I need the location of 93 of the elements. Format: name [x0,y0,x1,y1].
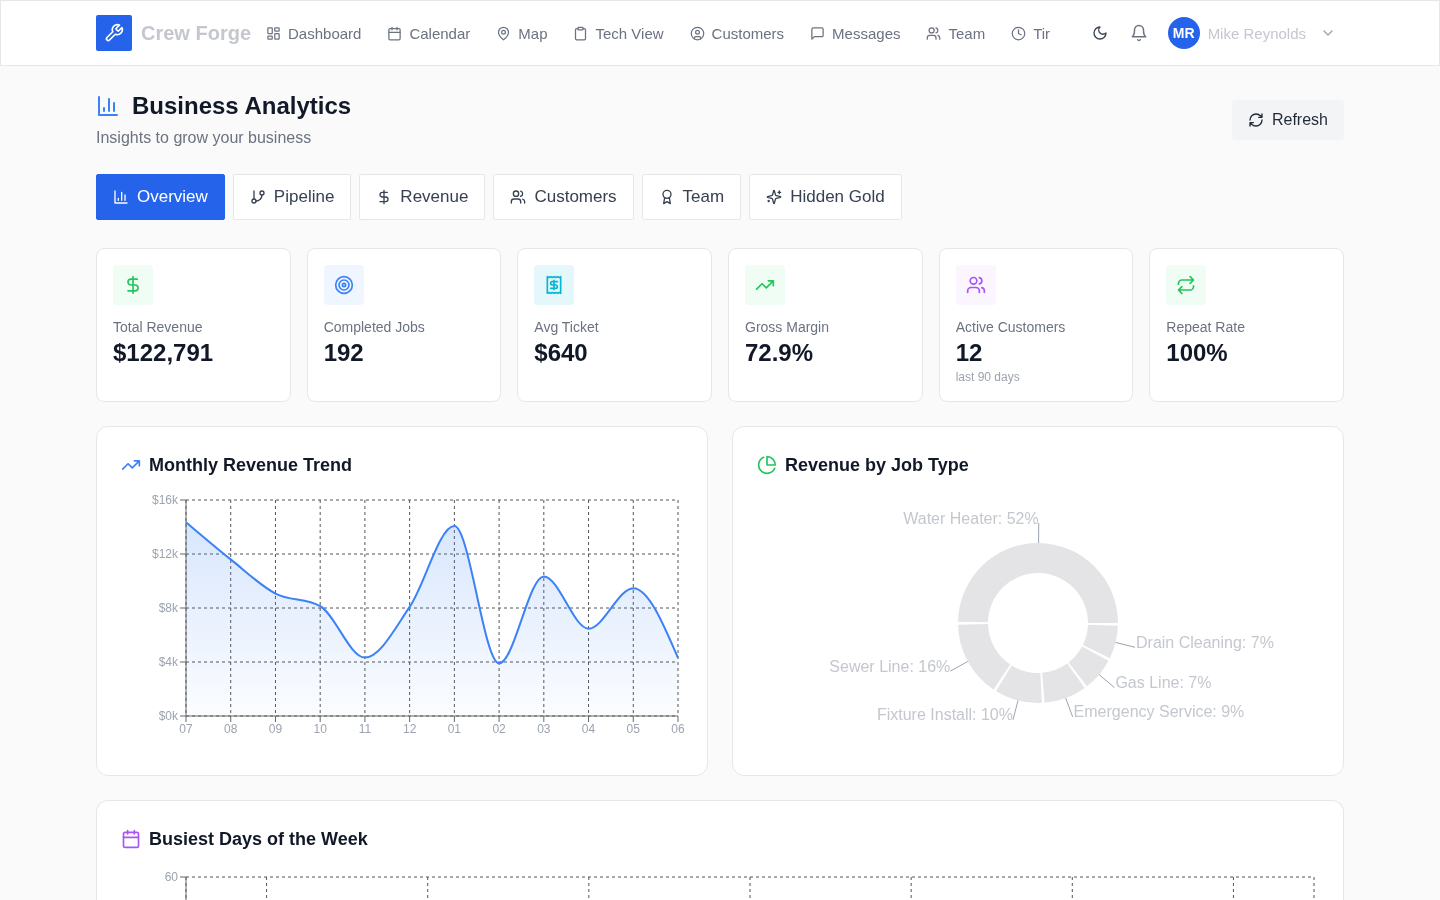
leader-line [1065,697,1074,718]
tab[interactable]: Customers [493,174,634,220]
nav-link[interactable]: Map [483,18,561,48]
stat-value: 100% [1166,338,1229,368]
donut-slice [1068,646,1109,687]
moon-icon [1091,25,1108,41]
stat-value: 72.9% [745,338,815,368]
brand-name: Crew Forge [141,21,252,45]
axis-label: $12k [151,547,178,561]
bar-chart-icon [113,189,129,205]
axis-label: 05 [626,722,640,736]
axis-label: $0k [158,709,178,723]
target-icon [323,265,364,305]
user-menu-button[interactable]: MR Mike Reynolds [1167,17,1344,49]
slice-label: Fixture Install: 10% [876,706,1013,724]
pie-chart-icon [757,455,777,475]
tab[interactable]: Team [641,174,742,220]
leader-line [949,660,969,672]
nav-link[interactable]: Messages [797,18,914,48]
bar-chart-icon [96,94,120,118]
grid-icon [266,25,282,41]
refresh-icon [1247,112,1264,128]
chat-bubble-icon [810,25,826,41]
stat-value: 192 [323,338,365,368]
leader-line [1098,674,1115,688]
leader-line [1012,699,1019,721]
wrench-icon [96,15,132,51]
leader-line [1115,641,1136,648]
users-icon [926,25,942,41]
stat-label: Repeat Rate [1166,318,1246,337]
bell-icon [1129,24,1148,42]
clock-icon [1011,25,1027,41]
slice-label: Water Heater: 52% [903,509,1039,527]
page-title: Business Analytics [132,91,352,121]
stat-label: Avg Ticket [534,318,600,337]
nav-link[interactable]: Dashboard [253,18,375,48]
axis-label: 02 [492,722,506,736]
nav-link[interactable]: Tir [998,18,1064,48]
tab[interactable]: Overview [96,174,225,220]
card-title: Revenue by Job Type [785,454,969,477]
axis-label: 10 [313,722,327,736]
stat-label: Total Revenue [113,318,204,337]
axis-label: $8k [158,601,178,615]
receipt-icon [534,265,575,305]
stat-note: last 90 days [955,369,1021,385]
card-title: Busiest Days of the Week [149,828,368,851]
page-subtitle: Insights to grow your business [96,128,313,148]
donut-slice [1042,663,1085,703]
axis-label: 04 [581,722,596,736]
nav-link[interactable]: Tech View [560,18,677,48]
axis-label: 08 [224,722,238,736]
nav-link[interactable]: Team [913,18,999,48]
axis-label: $4k [158,655,178,669]
clipboard-icon [573,25,589,41]
tab[interactable]: Hidden Gold [749,174,902,220]
axis-label: 12 [402,722,417,736]
calendar-icon [121,829,141,849]
card-title: Monthly Revenue Trend [149,454,353,477]
axis-label: 07 [179,722,193,736]
axis-label: 11 [358,722,372,736]
axis-label: 60 [164,870,178,884]
repeat-icon [1166,265,1207,305]
user-avatar: MR [1167,17,1200,49]
stat-value: $640 [534,338,589,368]
slice-label: Emergency Service: 9% [1073,703,1245,721]
tab[interactable]: Revenue [359,174,486,220]
sparkles-icon [766,189,783,205]
calendar-icon [387,25,403,41]
pin-icon [496,25,512,41]
users-icon [510,189,527,205]
tab[interactable]: Pipeline [232,174,352,220]
stat-label: Gross Margin [745,318,831,337]
slice-label: Sewer Line: 16% [829,657,951,675]
stat-value: 12 [955,338,984,368]
branch-icon [249,189,266,205]
stat-label: Completed Jobs [323,318,426,337]
user-circle-icon [689,25,705,41]
stat-label: Active Customers [955,318,1067,337]
nav-link[interactable]: Calendar [374,18,484,48]
axis-label: $16k [151,493,178,507]
axis-label: 03 [537,722,551,736]
stat-value: $122,791 [113,338,215,368]
axis-label: 06 [671,722,685,736]
axis-label: 09 [268,722,283,736]
trending-up-icon [745,265,785,305]
nav-link[interactable]: Customers [676,18,798,48]
refresh-button[interactable]: Refresh [1231,100,1344,140]
slice-label: Gas Line: 7% [1115,674,1212,691]
users-icon [955,265,996,305]
slice-label: Drain Cleaning: 7% [1136,633,1274,651]
leader-line [1038,522,1040,544]
axis-label: 01 [447,722,462,736]
dollar-icon [113,265,153,305]
